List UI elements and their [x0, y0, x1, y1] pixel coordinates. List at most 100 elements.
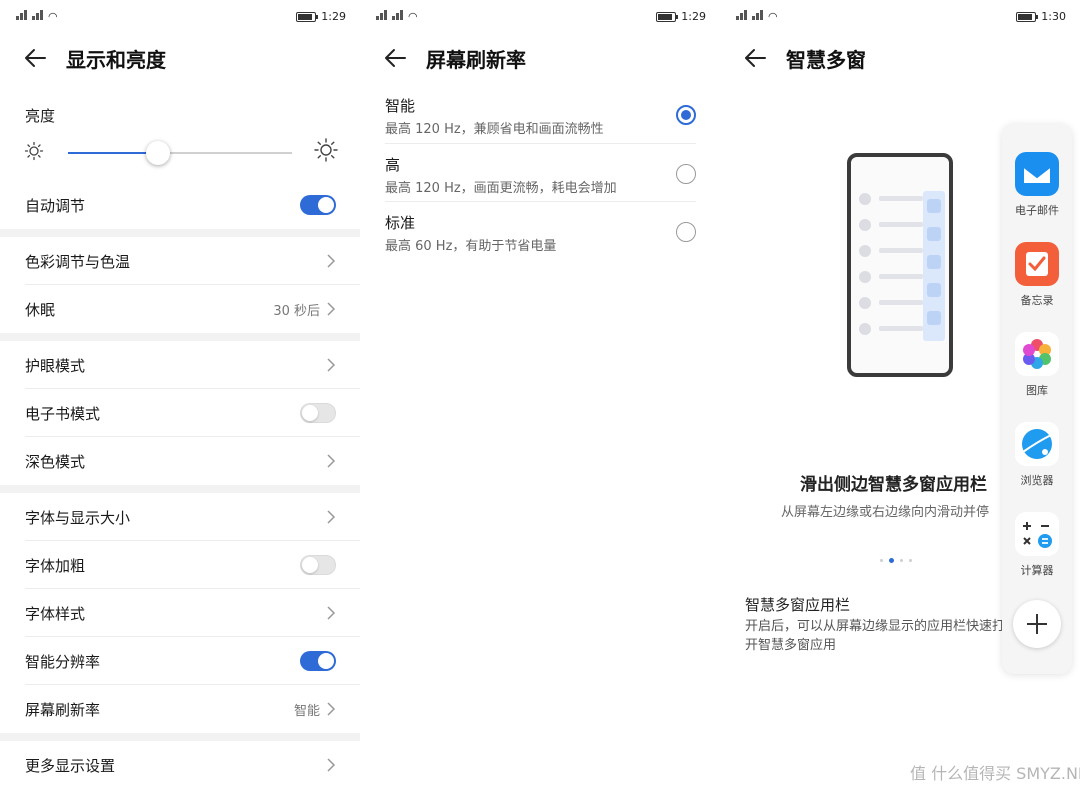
signal-icons: ◠ — [16, 10, 58, 23]
section-title[interactable]: 智慧多窗应用栏 — [745, 594, 850, 615]
guide-title: 滑出侧边智慧多窗应用栏 — [800, 475, 987, 495]
font-size-label: 字体与显示大小 — [25, 508, 131, 527]
chevron-right-icon — [327, 606, 336, 620]
multiwindow-dock[interactable]: 电子邮件 备忘录 图库 浏览器 计算器 — [1002, 124, 1072, 674]
refresh-rate-label: 屏幕刷新率 — [25, 700, 101, 719]
app-name: 图库 — [1026, 384, 1048, 397]
page-title: 显示和亮度 — [66, 47, 166, 72]
chevron-right-icon — [327, 510, 336, 524]
more-display-row[interactable]: 更多显示设置 — [0, 741, 360, 789]
dock-app-memo[interactable]: 备忘录 — [1002, 242, 1072, 308]
slider-track[interactable] — [68, 141, 292, 165]
wifi-icon: ◠ — [768, 10, 778, 23]
section-description: 开启后，可以从屏幕边缘显示的应用栏快速打开智慧多窗应用 — [745, 619, 1006, 653]
ebook-mode-toggle[interactable] — [300, 403, 336, 423]
eye-comfort-row[interactable]: 护眼模式 — [0, 341, 360, 389]
chevron-right-icon — [327, 302, 336, 316]
display-brightness-screen: ◠ 1:29 显示和亮度 亮度 自动调节 色彩调节与色温 休眠 30 秒后 护眼… — [0, 0, 360, 800]
wifi-icon: ◠ — [408, 10, 418, 23]
font-size-row[interactable]: 字体与显示大小 — [0, 493, 360, 541]
battery-icon — [656, 11, 679, 22]
sim2-signal-icon — [32, 10, 43, 23]
chevron-right-icon — [327, 254, 336, 268]
radio-unselected[interactable] — [676, 164, 696, 184]
more-display-label: 更多显示设置 — [25, 756, 116, 775]
email-icon — [1015, 152, 1059, 196]
refresh-rate-screen: ◠ 1:29 屏幕刷新率 智能 最高 120 Hz，兼顾省电和画面流畅性 高 最… — [360, 0, 720, 800]
chevron-right-icon — [327, 702, 336, 716]
sleep-label: 休眠 — [25, 300, 56, 319]
refresh-option-standard[interactable]: 标准 最高 60 Hz，有助于节省电量 — [385, 210, 696, 268]
battery-icon — [296, 11, 319, 22]
bold-font-toggle[interactable] — [300, 555, 336, 575]
slider-thumb[interactable] — [145, 141, 170, 165]
auto-adjust-label: 自动调节 — [25, 196, 86, 215]
dock-app-gallery[interactable]: 图库 — [1002, 332, 1072, 398]
chevron-right-icon — [327, 454, 336, 468]
sleep-value: 30 秒后 — [273, 303, 320, 319]
status-bar: ◠ 1:29 — [16, 8, 346, 28]
page-dot — [900, 559, 903, 562]
app-name: 备忘录 — [1020, 294, 1054, 307]
radio-selected[interactable] — [676, 105, 696, 125]
font-style-row[interactable]: 字体样式 — [0, 589, 360, 637]
sim-signal-icon — [16, 10, 27, 23]
watermark: 值 什么值得买 SMYZ.NET — [910, 764, 1080, 783]
sim-signal-icon — [736, 10, 747, 23]
ebook-mode-row[interactable]: 电子书模式 — [0, 389, 360, 437]
brightness-slider[interactable] — [24, 138, 338, 168]
calculator-icon — [1015, 512, 1059, 556]
dock-app-calculator[interactable]: 计算器 — [1002, 512, 1072, 578]
brightness-label: 亮度 — [25, 107, 56, 125]
signal-icons: ◠ — [736, 10, 778, 23]
radio-unselected[interactable] — [676, 222, 696, 242]
option-desc: 最高 120 Hz，兼顾省电和画面流畅性 — [385, 122, 604, 137]
color-temp-label: 色彩调节与色温 — [25, 252, 131, 271]
refresh-rate-row[interactable]: 屏幕刷新率 智能 — [0, 685, 360, 733]
sim2-signal-icon — [752, 10, 763, 23]
memo-icon — [1015, 242, 1059, 286]
back-arrow-icon[interactable] — [382, 43, 412, 73]
browser-icon — [1015, 422, 1059, 466]
back-arrow-icon[interactable] — [742, 43, 772, 73]
option-name: 标准 — [385, 214, 416, 232]
smart-multiwindow-screen: ◠ 1:30 智慧多窗 滑出侧边智慧多窗应用栏 从屏幕左边缘或右边缘向内滑动并停 — [720, 0, 1080, 800]
smart-resolution-row[interactable]: 智能分辨率 — [0, 637, 360, 685]
guide-subtitle: 从屏幕左边缘或右边缘向内滑动并停 — [781, 505, 990, 520]
signal-icons: ◠ — [376, 10, 418, 23]
option-name: 智能 — [385, 97, 416, 115]
status-time: 1:29 — [321, 10, 346, 23]
low-brightness-icon — [24, 141, 44, 161]
sleep-row[interactable]: 休眠 30 秒后 — [0, 285, 360, 333]
dock-app-email[interactable]: 电子邮件 — [1002, 152, 1072, 218]
app-name: 计算器 — [1020, 564, 1054, 577]
page-dot — [909, 559, 912, 562]
page-indicator — [880, 558, 912, 563]
bold-font-row[interactable]: 字体加粗 — [0, 541, 360, 589]
font-style-label: 字体样式 — [25, 604, 86, 623]
eye-comfort-label: 护眼模式 — [25, 356, 86, 375]
ebook-mode-label: 电子书模式 — [25, 404, 101, 423]
color-temp-row[interactable]: 色彩调节与色温 — [0, 237, 360, 285]
app-name: 浏览器 — [1020, 474, 1054, 487]
gallery-icon — [1015, 332, 1059, 376]
phone-illustration — [847, 153, 953, 377]
plus-icon[interactable] — [1013, 600, 1061, 648]
dark-mode-row[interactable]: 深色模式 — [0, 437, 360, 485]
smart-resolution-toggle[interactable] — [300, 651, 336, 671]
auto-adjust-row[interactable]: 自动调节 — [0, 181, 360, 229]
page-dot — [880, 559, 883, 562]
page-title: 智慧多窗 — [786, 47, 866, 72]
smart-resolution-label: 智能分辨率 — [25, 652, 101, 671]
option-desc: 最高 60 Hz，有助于节省电量 — [385, 239, 557, 254]
group-gap — [0, 229, 360, 237]
auto-adjust-toggle[interactable] — [300, 195, 336, 215]
dock-app-browser[interactable]: 浏览器 — [1002, 422, 1072, 488]
bold-font-label: 字体加粗 — [25, 556, 86, 575]
page-title: 屏幕刷新率 — [426, 47, 526, 72]
wifi-icon: ◠ — [48, 10, 58, 23]
sim2-signal-icon — [392, 10, 403, 23]
group-gap — [0, 333, 360, 341]
option-name: 高 — [385, 156, 401, 174]
back-arrow-icon[interactable] — [22, 43, 52, 73]
